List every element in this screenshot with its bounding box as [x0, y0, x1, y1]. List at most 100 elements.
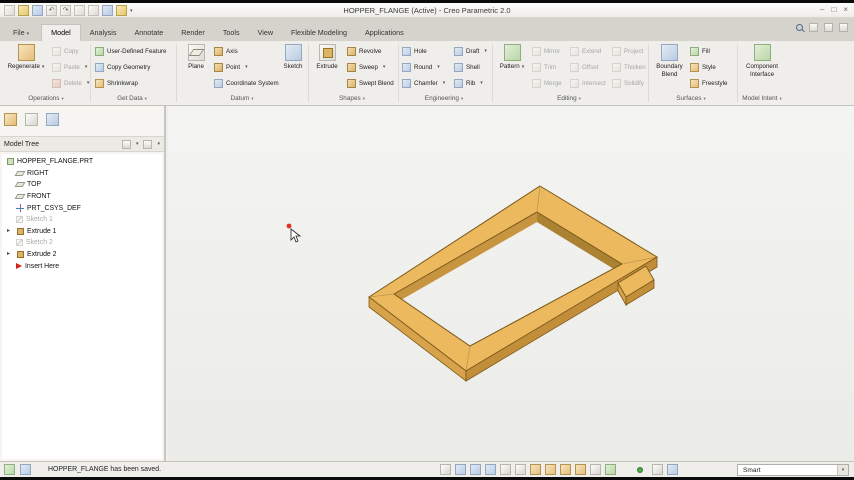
freestyle-button[interactable]: Freestyle: [690, 77, 735, 89]
boundary-blend-button[interactable]: Boundary Blend: [651, 43, 688, 91]
round-button[interactable]: Round: [402, 61, 448, 73]
tree-item-csys[interactable]: PRT_CSYS_DEF: [2, 202, 162, 214]
tree-item-front-plane[interactable]: FRONT: [2, 191, 162, 203]
tree-columns-caret-icon[interactable]: ▾: [157, 141, 160, 147]
sketch-button[interactable]: Sketch: [278, 43, 308, 91]
hole-button[interactable]: Hole: [402, 45, 448, 57]
revolve-button[interactable]: Revolve: [347, 45, 396, 57]
thicken-button[interactable]: Thicken: [612, 61, 646, 73]
offset-button[interactable]: Offset: [570, 61, 608, 73]
tree-item-sketch-2[interactable]: Sketch 2: [2, 237, 162, 249]
tab-render[interactable]: Render: [172, 25, 214, 41]
swept-blend-button[interactable]: Swept Blend: [347, 77, 396, 89]
plane-button[interactable]: Plane: [180, 43, 212, 91]
zoom-fit-icon[interactable]: [485, 464, 496, 475]
group-shapes[interactable]: Shapes: [339, 92, 365, 105]
spin-center-icon[interactable]: [605, 464, 616, 475]
coordinate-system-button[interactable]: Coordinate System: [214, 77, 279, 89]
minimize-button[interactable]: –: [820, 5, 824, 14]
graphics-viewport[interactable]: [168, 106, 854, 461]
graphics-toggle-icon[interactable]: [667, 464, 678, 475]
tree-item-extrude-1[interactable]: ▸ Extrude 1: [2, 226, 162, 238]
copy-button[interactable]: Copy: [52, 45, 90, 57]
extend-button[interactable]: Extend: [570, 45, 608, 57]
fill-button[interactable]: Fill: [690, 45, 735, 57]
zoom-in-icon[interactable]: [455, 464, 466, 475]
datum-point-display-icon[interactable]: [560, 464, 571, 475]
3d-model-canvas[interactable]: [168, 106, 854, 461]
tab-annotate[interactable]: Annotate: [125, 25, 172, 41]
chamfer-button[interactable]: Chamfer: [402, 77, 448, 89]
group-get-data[interactable]: Get Data: [117, 92, 147, 105]
project-button[interactable]: Project: [612, 45, 646, 57]
merge-button[interactable]: Merge: [532, 77, 566, 89]
annotation-display-icon[interactable]: [590, 464, 601, 475]
tab-view[interactable]: View: [249, 25, 282, 41]
command-search-icon[interactable]: [796, 24, 803, 31]
close-button[interactable]: ×: [843, 5, 848, 14]
component-interface-button[interactable]: Component Interface: [741, 43, 783, 91]
datum-plane-display-icon[interactable]: [530, 464, 541, 475]
style-button[interactable]: Style: [690, 61, 735, 73]
window-switch-icon[interactable]: [824, 23, 833, 32]
rib-button[interactable]: Rib: [454, 77, 490, 89]
tree-columns-icon[interactable]: [143, 139, 153, 149]
folder-browser-icon[interactable]: [25, 113, 38, 126]
sweep-button[interactable]: Sweep: [347, 61, 396, 73]
zoom-out-icon[interactable]: [470, 464, 481, 475]
tree-item-extrude-2[interactable]: ▸ Extrude 2: [2, 249, 162, 261]
web-browser-icon[interactable]: [20, 464, 31, 475]
model-inner-wall-left[interactable]: [394, 212, 537, 304]
tree-item-insert-here[interactable]: Insert Here: [2, 260, 162, 272]
regenerate-button[interactable]: Regenerate: [4, 43, 48, 91]
help-icon[interactable]: [839, 23, 848, 32]
tree-item-top-plane[interactable]: TOP: [2, 179, 162, 191]
group-surfaces[interactable]: Surfaces: [676, 92, 706, 105]
model-appearance-icon[interactable]: [652, 464, 663, 475]
shrinkwrap-button[interactable]: Shrinkwrap: [95, 77, 173, 89]
datum-axis-display-icon[interactable]: [545, 464, 556, 475]
tree-filter-caret-icon[interactable]: ▾: [136, 141, 139, 147]
chevron-down-icon[interactable]: ▾: [837, 465, 848, 475]
delete-button[interactable]: Delete: [52, 77, 90, 89]
group-engineering[interactable]: Engineering: [425, 92, 463, 105]
tab-analysis[interactable]: Analysis: [81, 25, 126, 41]
repaint-icon[interactable]: [440, 464, 451, 475]
group-model-intent[interactable]: Model Intent: [742, 92, 781, 105]
solidify-button[interactable]: Solidify: [612, 77, 646, 89]
tab-tools[interactable]: Tools: [214, 25, 249, 41]
tree-filter-icon[interactable]: [121, 139, 131, 149]
restore-button[interactable]: □: [831, 5, 836, 14]
user-defined-feature-button[interactable]: User-Defined Feature: [95, 45, 173, 57]
expand-arrow-icon[interactable]: ▸: [7, 226, 14, 237]
copy-geometry-button[interactable]: Copy Geometry: [95, 61, 173, 73]
tree-item-sketch-1[interactable]: Sketch 1: [2, 214, 162, 226]
ribbon-options-icon[interactable]: [809, 23, 818, 32]
favorites-icon[interactable]: [46, 113, 59, 126]
mirror-button[interactable]: Mirror: [532, 45, 566, 57]
expand-arrow-icon[interactable]: ▸: [7, 249, 14, 260]
tab-applications[interactable]: Applications: [356, 25, 413, 41]
tab-model[interactable]: Model: [41, 24, 81, 41]
shell-button[interactable]: Shell: [454, 61, 490, 73]
model-tree-toggle-icon[interactable]: [4, 113, 17, 126]
group-datum[interactable]: Datum: [230, 92, 253, 105]
feature-status-icon[interactable]: [4, 464, 15, 475]
extrude-button[interactable]: Extrude: [310, 43, 344, 91]
axis-button[interactable]: Axis: [214, 45, 276, 57]
tree-item-part-root[interactable]: HOPPER_FLANGE.PRT: [2, 156, 162, 168]
tree-item-right-plane[interactable]: RIGHT: [2, 168, 162, 180]
file-menu[interactable]: File: [4, 25, 38, 41]
named-views-icon[interactable]: [500, 464, 511, 475]
draft-button[interactable]: Draft: [454, 45, 490, 57]
pattern-button[interactable]: Pattern: [495, 43, 529, 91]
tab-flexible-modeling[interactable]: Flexible Modeling: [282, 25, 356, 41]
point-button[interactable]: Point: [214, 61, 276, 73]
group-editing[interactable]: Editing: [557, 92, 581, 105]
model-side-face-right[interactable]: [465, 256, 658, 382]
selection-filter-select[interactable]: Smart ▾: [737, 464, 849, 476]
csys-display-icon[interactable]: [575, 464, 586, 475]
paste-button[interactable]: Paste: [52, 61, 90, 73]
display-style-icon[interactable]: [515, 464, 526, 475]
trim-button[interactable]: Trim: [532, 61, 566, 73]
